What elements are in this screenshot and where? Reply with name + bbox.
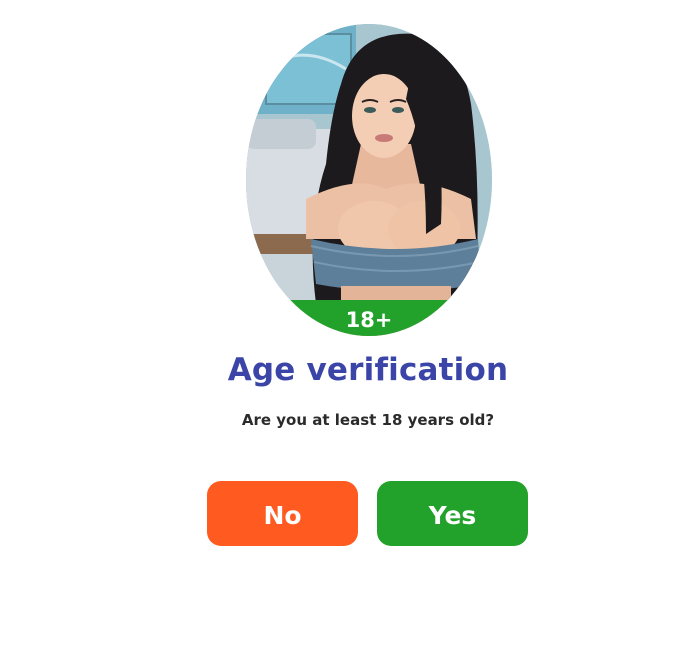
no-button[interactable]: No [207,481,358,546]
page-title: Age verification [227,352,509,388]
age-verification-page: 18+ Age verification Are you at least 18… [0,0,700,655]
age-question: Are you at least 18 years old? [241,411,495,429]
avatar: 18+ [246,24,492,336]
yes-button[interactable]: Yes [377,481,528,546]
age-badge: 18+ [246,300,492,336]
profile-photo [246,24,492,336]
